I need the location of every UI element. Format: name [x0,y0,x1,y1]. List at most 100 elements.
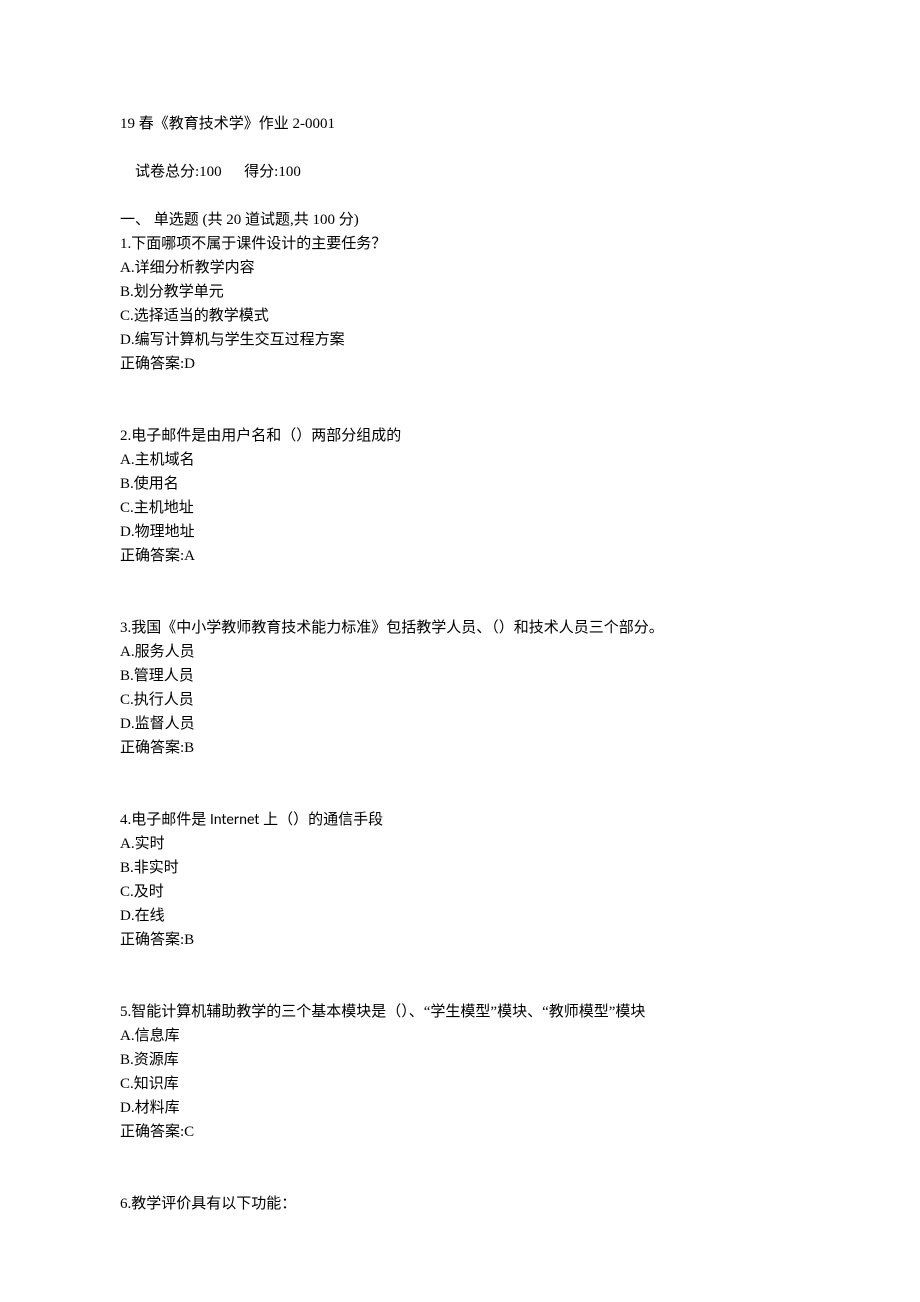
option-key: A. [120,836,135,852]
option-a: A.主机域名 [120,448,800,472]
option-key: D. [120,332,135,348]
answer-line: 正确答案:B [120,928,800,952]
option-text: 划分教学单元 [134,284,224,300]
option-d: D.材料库 [120,1096,800,1120]
option-text: 监督人员 [135,716,195,732]
option-text: 主机地址 [134,500,194,516]
option-key: A. [120,1028,135,1044]
section-header: 一、 单选题 (共 20 道试题,共 100 分) [120,208,800,232]
option-text: 编写计算机与学生交互过程方案 [135,332,345,348]
question-text-pre: 电子邮件是 [131,812,210,828]
option-a: A.实时 [120,832,800,856]
meta-spacer [222,164,245,180]
option-d: D.在线 [120,904,800,928]
option-key: C. [120,692,134,708]
question-1: 1.下面哪项不属于课件设计的主要任务？ A.详细分析教学内容 B.划分教学单元 … [120,232,800,376]
option-text: 使用名 [134,476,179,492]
option-d: D.监督人员 [120,712,800,736]
answer-label: 正确答案: [120,740,184,756]
answer-label: 正确答案: [120,356,184,372]
question-text: 教学评价具有以下功能： [131,1196,296,1212]
option-c: C.知识库 [120,1072,800,1096]
answer-value: D [184,356,195,372]
option-key: D. [120,716,135,732]
option-text: 详细分析教学内容 [135,260,255,276]
option-key: C. [120,500,134,516]
option-key: B. [120,668,134,684]
score-meta: 试卷总分:100 得分:100 [120,136,800,208]
document-page: 19 春《教育技术学》作业 2-0001 试卷总分:100 得分:100 一、 … [0,0,920,1216]
option-text: 实时 [135,836,165,852]
question-gap [120,952,800,1000]
obtained-score-value: 100 [278,164,301,180]
option-a: A.信息库 [120,1024,800,1048]
option-key: B. [120,1052,134,1068]
question-text: 我国《中小学教师教育技术能力标准》包括教学人员、（）和技术人员三个部分。 [131,620,664,636]
answer-line: 正确答案:A [120,544,800,568]
question-5: 5.智能计算机辅助教学的三个基本模块是（）、“学生模型”模块、“教师模型”模块 … [120,1000,800,1144]
option-d: D.编写计算机与学生交互过程方案 [120,328,800,352]
question-number: 5. [120,1004,131,1020]
question-number: 4. [120,812,131,828]
option-text: 在线 [135,908,165,924]
question-number: 2. [120,428,131,444]
question-gap [120,568,800,616]
answer-line: 正确答案:C [120,1120,800,1144]
question-text-internet: Internet [210,811,259,829]
option-key: C. [120,884,134,900]
option-text: 材料库 [135,1100,180,1116]
question-number: 3. [120,620,131,636]
total-score-value: 100 [199,164,222,180]
option-key: B. [120,284,134,300]
question-stem: 2.电子邮件是由用户名和（）两部分组成的 [120,424,800,448]
option-text: 信息库 [135,1028,180,1044]
option-key: A. [120,452,135,468]
question-text: 下面哪项不属于课件设计的主要任务？ [131,236,386,252]
option-key: A. [120,644,135,660]
answer-label: 正确答案: [120,932,184,948]
option-text: 执行人员 [134,692,194,708]
option-c: C.主机地址 [120,496,800,520]
option-text: 管理人员 [134,668,194,684]
option-a: A.服务人员 [120,640,800,664]
question-number: 1. [120,236,131,252]
option-key: A. [120,260,135,276]
option-d: D.物理地址 [120,520,800,544]
option-key: C. [120,1076,134,1092]
answer-line: 正确答案:B [120,736,800,760]
question-stem: 5.智能计算机辅助教学的三个基本模块是（）、“学生模型”模块、“教师模型”模块 [120,1000,800,1024]
option-text: 选择适当的教学模式 [134,308,269,324]
question-stem: 4.电子邮件是 Internet 上（）的通信手段 [120,808,800,832]
question-3: 3.我国《中小学教师教育技术能力标准》包括教学人员、（）和技术人员三个部分。 A… [120,616,800,760]
question-gap [120,760,800,808]
option-c: C.及时 [120,880,800,904]
question-2: 2.电子邮件是由用户名和（）两部分组成的 A.主机域名 B.使用名 C.主机地址… [120,424,800,568]
question-text: 电子邮件是由用户名和（）两部分组成的 [131,428,401,444]
option-key: D. [120,1100,135,1116]
answer-value: B [184,932,194,948]
question-stem: 6.教学评价具有以下功能： [120,1192,800,1216]
option-key: B. [120,476,134,492]
option-text: 主机域名 [135,452,195,468]
option-key: D. [120,524,135,540]
option-c: C.执行人员 [120,688,800,712]
option-a: A.详细分析教学内容 [120,256,800,280]
document-title: 19 春《教育技术学》作业 2-0001 [120,112,800,136]
option-b: B.划分教学单元 [120,280,800,304]
option-key: B. [120,860,134,876]
option-text: 物理地址 [135,524,195,540]
answer-value: C [184,1124,194,1140]
total-score-label: 试卷总分: [135,164,199,180]
option-text: 非实时 [134,860,179,876]
option-key: C. [120,308,134,324]
question-stem: 1.下面哪项不属于课件设计的主要任务？ [120,232,800,256]
answer-line: 正确答案:D [120,352,800,376]
question-6: 6.教学评价具有以下功能： [120,1192,800,1216]
question-gap [120,376,800,424]
question-stem: 3.我国《中小学教师教育技术能力标准》包括教学人员、（）和技术人员三个部分。 [120,616,800,640]
option-b: B.资源库 [120,1048,800,1072]
question-text-post: 上（）的通信手段 [259,812,383,828]
option-b: B.使用名 [120,472,800,496]
question-number: 6. [120,1196,131,1212]
option-text: 及时 [134,884,164,900]
